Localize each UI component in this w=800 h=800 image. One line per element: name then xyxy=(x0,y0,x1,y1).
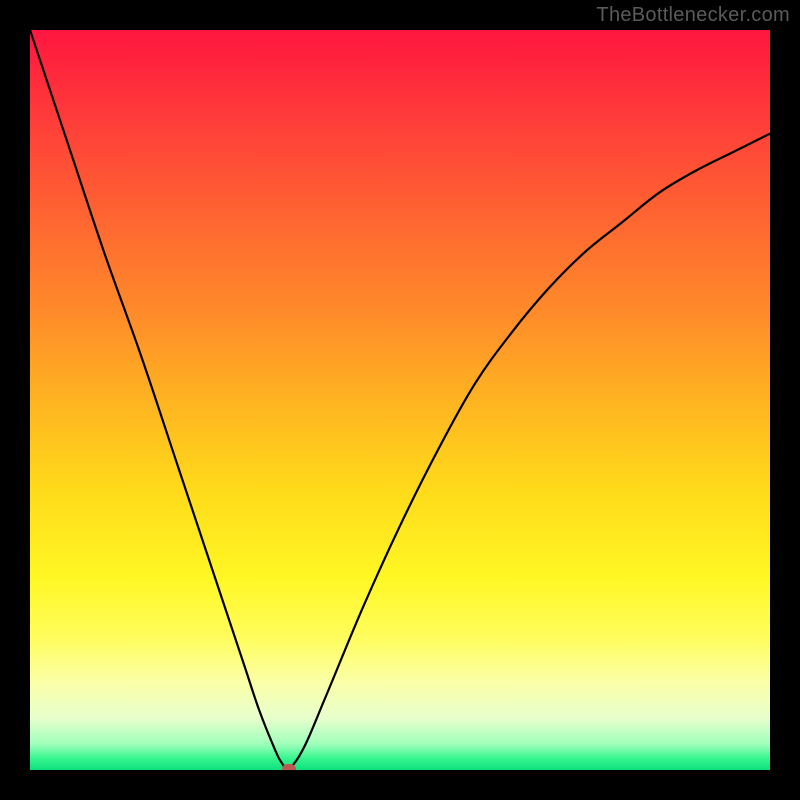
chart-frame xyxy=(0,0,800,800)
optimal-point-marker xyxy=(282,764,296,770)
plot-area xyxy=(30,30,770,770)
bottleneck-curve xyxy=(30,30,770,770)
watermark: TheBottlenecker.com xyxy=(596,4,790,27)
